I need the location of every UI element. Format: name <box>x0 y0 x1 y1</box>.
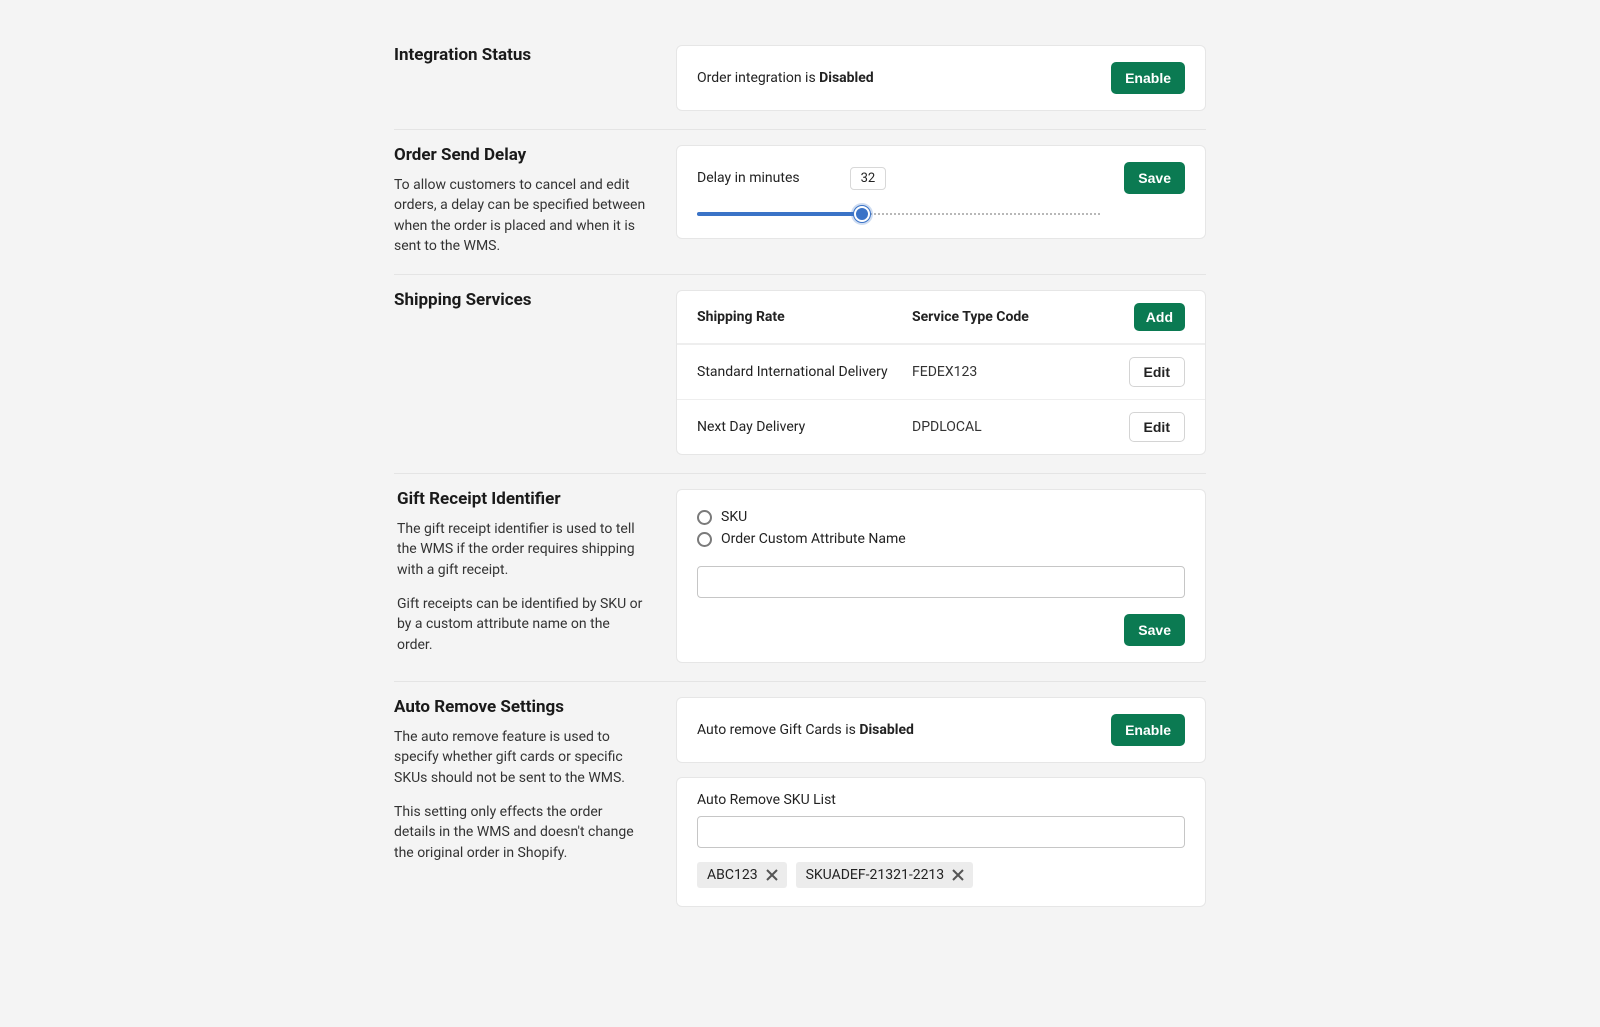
shipping-row: Next Day Delivery DPDLOCAL Edit <box>677 399 1205 454</box>
delay-label: Delay in minutes <box>697 170 800 186</box>
remove-tag-icon[interactable] <box>951 868 965 882</box>
gift-receipt-section: Gift Receipt Identifier The gift receipt… <box>394 474 1206 682</box>
sku-tag: SKUADEF-21321-2213 <box>796 862 974 888</box>
auto-remove-desc2: This setting only effects the order deta… <box>394 802 646 863</box>
enable-integration-button[interactable]: Enable <box>1111 62 1185 94</box>
add-shipping-button[interactable]: Add <box>1134 303 1185 331</box>
integration-status-title: Integration Status <box>394 45 646 65</box>
delay-value: 32 <box>850 167 887 190</box>
shipping-row: Standard International Delivery FEDEX123… <box>677 344 1205 399</box>
radio-icon <box>697 532 712 547</box>
shipping-services-table: Shipping Rate Service Type Code Add Stan… <box>676 290 1206 455</box>
save-delay-button[interactable]: Save <box>1124 162 1185 194</box>
order-delay-section: Order Send Delay To allow customers to c… <box>394 130 1206 275</box>
shipping-col-code: Service Type Code <box>912 309 1127 325</box>
shipping-col-rate: Shipping Rate <box>697 309 912 325</box>
order-delay-title: Order Send Delay <box>394 145 646 165</box>
shipping-services-title: Shipping Services <box>394 290 646 310</box>
gift-receipt-radio-custom[interactable]: Order Custom Attribute Name <box>697 528 1185 550</box>
auto-remove-sku-input[interactable] <box>697 816 1185 848</box>
integration-status-text: Order integration is Disabled <box>697 70 874 86</box>
gift-receipt-title: Gift Receipt Identifier <box>397 489 646 509</box>
gift-receipt-desc: The gift receipt identifier is used to t… <box>397 519 646 580</box>
edit-shipping-button[interactable]: Edit <box>1129 412 1185 442</box>
gift-receipt-input[interactable] <box>697 566 1185 598</box>
order-delay-desc: To allow customers to cancel and edit or… <box>394 175 646 256</box>
save-gift-receipt-button[interactable]: Save <box>1124 614 1185 646</box>
radio-icon <box>697 510 712 525</box>
enable-auto-remove-giftcards-button[interactable]: Enable <box>1111 714 1185 746</box>
auto-remove-title: Auto Remove Settings <box>394 697 646 717</box>
auto-remove-section: Auto Remove Settings The auto remove fea… <box>394 682 1206 967</box>
edit-shipping-button[interactable]: Edit <box>1129 357 1185 387</box>
shipping-services-section: Shipping Services Shipping Rate Service … <box>394 275 1206 474</box>
auto-remove-giftcards-text: Auto remove Gift Cards is Disabled <box>697 722 914 738</box>
integration-status-section: Integration Status Order integration is … <box>394 30 1206 130</box>
sku-tag: ABC123 <box>697 862 787 888</box>
remove-tag-icon[interactable] <box>765 868 779 882</box>
auto-remove-desc: The auto remove feature is used to speci… <box>394 727 646 788</box>
auto-remove-list-label: Auto Remove SKU List <box>697 792 1185 808</box>
gift-receipt-radio-sku[interactable]: SKU <box>697 506 1185 528</box>
gift-receipt-desc2: Gift receipts can be identified by SKU o… <box>397 594 646 655</box>
delay-slider[interactable] <box>697 208 1100 222</box>
